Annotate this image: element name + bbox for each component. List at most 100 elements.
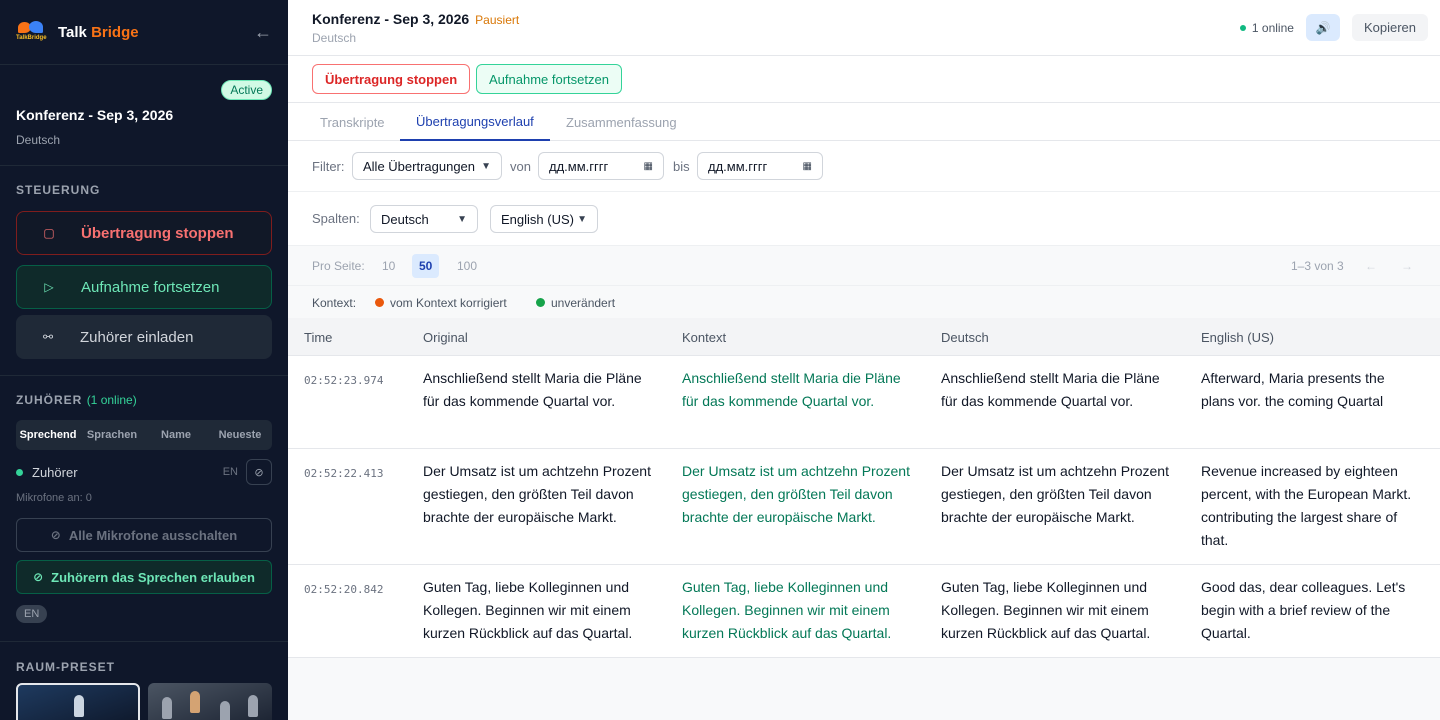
row-english: Revenue increased by eighteen percent, w… bbox=[1201, 463, 1412, 548]
mute-all-button[interactable]: ⊘ Alle Mikrofone ausschalten bbox=[16, 518, 272, 552]
listener-item: Zuhörer EN ⊘ bbox=[16, 458, 272, 486]
tab-transcripts[interactable]: Transkripte bbox=[304, 103, 401, 141]
context-legend: Kontext: vom Kontext korrigiert unveränd… bbox=[288, 286, 1440, 320]
table-row: 02:52:20.842 Guten Tag, liebe Kolleginne… bbox=[288, 565, 1440, 658]
row-original: Guten Tag, liebe Kolleginnen und Kollege… bbox=[423, 579, 633, 641]
control-section: STEUERUNG ▢ Übertragung stoppen ▷ Aufnah… bbox=[0, 166, 288, 376]
room-preset-section: RAUM-PRESET bbox=[0, 642, 288, 720]
next-page-icon[interactable]: → bbox=[1394, 254, 1420, 278]
row-english: Good das, dear colleagues. Let's begin w… bbox=[1201, 579, 1406, 641]
resume-recording-button[interactable]: Aufnahme fortsetzen bbox=[476, 64, 622, 94]
chevron-down-icon: ▼ bbox=[481, 160, 491, 172]
row-deutsch: Anschließend stellt Maria die Pläne für … bbox=[941, 370, 1160, 409]
broadcast-filter-select[interactable]: Alle Übertragungen ▼ bbox=[352, 152, 502, 180]
listener-language: EN bbox=[222, 466, 238, 478]
prev-page-icon[interactable]: ← bbox=[1358, 254, 1384, 278]
from-label: von bbox=[510, 158, 531, 174]
mics-on-count: Mikrofone an: 0 bbox=[16, 492, 92, 504]
row-context: Anschließend stellt Maria die Pläne für … bbox=[682, 370, 901, 409]
listeners-section: ZUHÖRER (1 online) Sprechend Sprachen Na… bbox=[0, 376, 288, 642]
sidebar: TalkBridge Talk Bridge ← Active Konferen… bbox=[0, 0, 288, 720]
stop-broadcast-button[interactable]: ▢ Übertragung stoppen bbox=[16, 211, 272, 255]
tabs: Transkripte Übertragungsverlauf Zusammen… bbox=[288, 103, 1440, 141]
header-deutsch: Deutsch bbox=[941, 329, 989, 345]
date-from-input[interactable]: дд.мм.гггг ▦ bbox=[538, 152, 664, 180]
share-icon: ⚯ bbox=[42, 330, 54, 344]
columns-row: Spalten: Deutsch ▼ English (US) ▼ bbox=[288, 192, 1440, 246]
row-context: Der Umsatz ist um achtzehn Prozent gesti… bbox=[682, 463, 910, 525]
context-label: Kontext: bbox=[312, 295, 357, 310]
paused-status: Pausiert bbox=[475, 13, 520, 27]
collapse-sidebar-icon[interactable]: ← bbox=[254, 22, 272, 43]
resume-recording-button[interactable]: ▷ Aufnahme fortsetzen bbox=[16, 265, 272, 309]
speaker-icon[interactable]: 🔊 bbox=[1305, 14, 1340, 41]
stop-broadcast-button[interactable]: Übertragung stoppen bbox=[312, 64, 471, 94]
table-row: 02:52:23.974 Anschließend stellt Maria d… bbox=[288, 356, 1440, 449]
table-header: Time Original Kontext Deutsch English (U… bbox=[288, 318, 1440, 356]
language-pill[interactable]: EN bbox=[16, 605, 48, 623]
brand-header: TalkBridge Talk Bridge ← bbox=[0, 0, 288, 65]
sort-tab-name[interactable]: Name bbox=[144, 420, 208, 450]
per-page-10[interactable]: 10 bbox=[375, 254, 402, 278]
brand-name: Talk Bridge bbox=[58, 23, 139, 41]
talkbridge-logo-icon: TalkBridge bbox=[16, 18, 47, 46]
invite-listeners-button[interactable]: ⚯ Zuhörer einladen bbox=[16, 315, 272, 359]
columns-label: Spalten: bbox=[312, 211, 360, 226]
to-label: bis bbox=[673, 158, 690, 174]
row-english: Afterward, Maria presents the plans vor.… bbox=[1201, 370, 1385, 409]
preset-thumbnail-stage[interactable] bbox=[16, 683, 140, 720]
page-title: Konferenz - Sep 3, 2026 Pausiert bbox=[312, 11, 520, 27]
filter-row: Filter: Alle Übertragungen ▼ von дд.мм.гг… bbox=[288, 141, 1440, 192]
main-content: Konferenz - Sep 3, 2026 Pausiert Deutsch … bbox=[288, 0, 1440, 720]
session-language: Deutsch bbox=[16, 133, 61, 147]
action-bar: Übertragung stoppen Aufnahme fortsetzen bbox=[288, 56, 1440, 103]
calendar-icon: ▦ bbox=[802, 160, 812, 172]
calendar-icon: ▦ bbox=[643, 160, 653, 172]
copy-button[interactable]: Kopieren bbox=[1351, 14, 1428, 41]
preset-thumbnail-meeting[interactable] bbox=[148, 683, 272, 720]
online-dot-icon bbox=[1239, 24, 1246, 31]
date-to-input[interactable]: дд.мм.гггг ▦ bbox=[697, 152, 823, 180]
sort-tab-speaking[interactable]: Sprechend bbox=[16, 420, 80, 450]
session-info: Active Konferenz - Sep 3, 2026 Deutsch bbox=[0, 65, 288, 166]
row-deutsch: Guten Tag, liebe Kolleginnen und Kollege… bbox=[941, 579, 1151, 641]
sort-tab-languages[interactable]: Sprachen bbox=[80, 420, 144, 450]
tab-summary[interactable]: Zusammenfassung bbox=[550, 103, 693, 141]
per-page-50[interactable]: 50 bbox=[412, 254, 440, 278]
row-context: Guten Tag, liebe Kolleginnen und Kollege… bbox=[682, 579, 892, 641]
online-dot-icon bbox=[16, 468, 23, 476]
chevron-down-icon: ▼ bbox=[577, 213, 587, 225]
tab-broadcast-history[interactable]: Übertragungsverlauf bbox=[400, 103, 550, 141]
header-time: Time bbox=[304, 329, 333, 345]
control-label: STEUERUNG bbox=[16, 183, 101, 197]
mic-off-icon[interactable]: ⊘ bbox=[246, 459, 272, 485]
top-bar: Konferenz - Sep 3, 2026 Pausiert Deutsch … bbox=[288, 0, 1440, 56]
row-original: Anschließend stellt Maria die Pläne für … bbox=[423, 370, 642, 409]
online-indicator: 1 online bbox=[1239, 21, 1294, 35]
session-title: Konferenz - Sep 3, 2026 bbox=[16, 107, 174, 123]
allow-speaking-button[interactable]: ⊘ Zuhörern das Sprechen erlauben bbox=[16, 560, 272, 594]
row-time: 02:52:20.842 bbox=[304, 583, 384, 596]
row-original: Der Umsatz ist um achtzehn Prozent gesti… bbox=[423, 463, 651, 525]
header-original: Original bbox=[423, 329, 468, 345]
room-preset-label: RAUM-PRESET bbox=[16, 660, 116, 674]
stop-icon: ▢ bbox=[43, 226, 55, 240]
listeners-label: ZUHÖRER (1 online) bbox=[16, 393, 137, 407]
listener-sort-tabs: Sprechend Sprachen Name Neueste bbox=[16, 420, 272, 450]
header-english: English (US) bbox=[1201, 329, 1274, 345]
legend-unchanged: unverändert bbox=[536, 286, 615, 319]
mic-off-icon: ⊘ bbox=[50, 528, 61, 542]
row-time: 02:52:22.413 bbox=[304, 467, 384, 480]
page-range: 1–3 von 3 bbox=[1291, 259, 1344, 273]
per-page-label: Pro Seite: bbox=[312, 258, 365, 273]
pagination-row: Pro Seite: 10 50 100 1–3 von 3 ← → bbox=[288, 246, 1440, 286]
per-page-100[interactable]: 100 bbox=[450, 254, 484, 278]
orange-dot-icon bbox=[375, 298, 384, 307]
column-2-select[interactable]: English (US) ▼ bbox=[490, 205, 598, 233]
page-language: Deutsch bbox=[312, 31, 357, 45]
mic-icon: ⊘ bbox=[33, 570, 44, 584]
listener-name: Zuhörer bbox=[32, 464, 78, 480]
chevron-down-icon: ▼ bbox=[457, 213, 467, 225]
column-1-select[interactable]: Deutsch ▼ bbox=[370, 205, 478, 233]
sort-tab-newest[interactable]: Neueste bbox=[208, 420, 272, 450]
